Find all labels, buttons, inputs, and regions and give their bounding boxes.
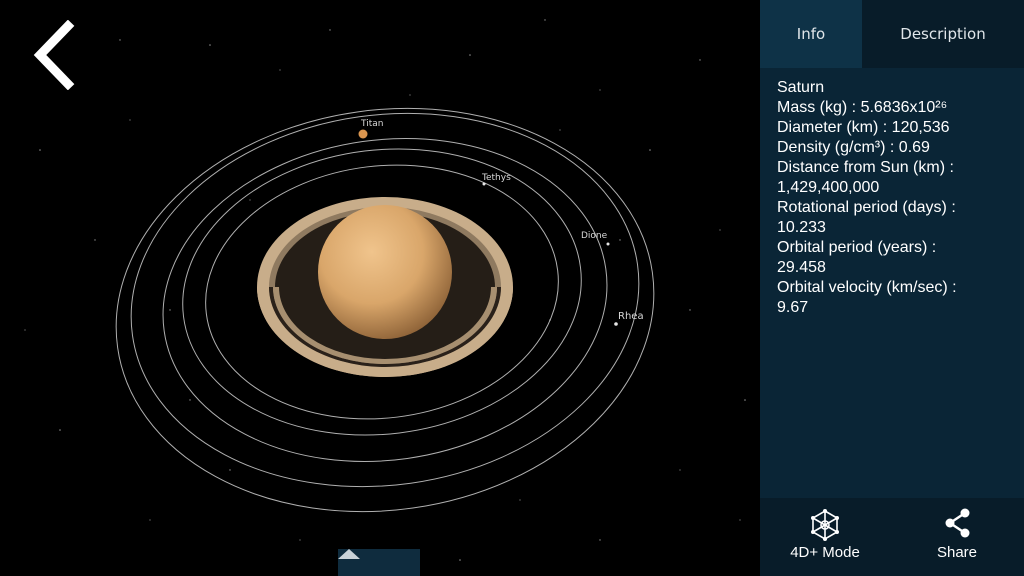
moon-dione [606,242,610,246]
info-orbital-period-value: 29.458 [777,259,826,276]
info-orbital-velocity-label: Orbital velocity (km/sec) : [777,279,957,296]
moon-label-rhea: Rhea [618,311,644,322]
moon-rhea [614,322,618,326]
share-button[interactable]: Share [920,498,994,576]
info-orbital-velocity-value: 9.67 [777,299,809,316]
moon-label-titan: Titan [361,119,384,129]
info-density: Density (g/cm³) : 0.69 [777,139,930,156]
info-mass: Mass (kg) : 5.6836x10²⁶ [777,99,948,116]
info-rotation-value: 10.233 [777,219,826,236]
saturn-globe [318,205,452,339]
info-orbital-period-label: Orbital period (years) : [777,239,937,256]
moon-titan [358,129,368,139]
planet-name: Saturn [777,79,825,96]
moon-label-tethys: Tethys [482,173,511,183]
triangle-up-icon [338,549,360,559]
info-distance-value: 1,429,400,000 [777,179,880,196]
cube-network-icon [811,509,839,541]
info-panel: Info Description Saturn Mass (kg) : 5.68… [760,0,1024,576]
moon-label-dione: Dione [581,231,608,241]
scene-canvas [24,19,746,561]
planet-viewport[interactable]: Titan Tethys Dione Rhea [0,0,760,576]
info-diameter: Diameter (km) : 120,536 [777,119,950,136]
panel-bottom-bar: 4D+ Mode Share [760,498,1024,576]
panel-tabs: Info Description [760,0,1024,68]
share-label: Share [936,544,978,561]
tab-description[interactable]: Description [862,0,1024,68]
info-rotation-label: Rotational period (days) : [777,199,956,216]
tab-info[interactable]: Info [760,0,862,68]
back-button[interactable] [28,20,84,90]
4d-mode-label: 4D+ Mode [790,544,860,561]
info-distance-label: Distance from Sun (km) : [777,159,954,176]
4d-mode-button[interactable]: 4D+ Mode [770,498,880,576]
chevron-left-icon [33,20,75,90]
share-icon [945,508,970,538]
planet-info: Saturn Mass (kg) : 5.6836x10²⁶ Diameter … [777,78,1017,318]
expand-panel-button[interactable] [338,549,420,576]
